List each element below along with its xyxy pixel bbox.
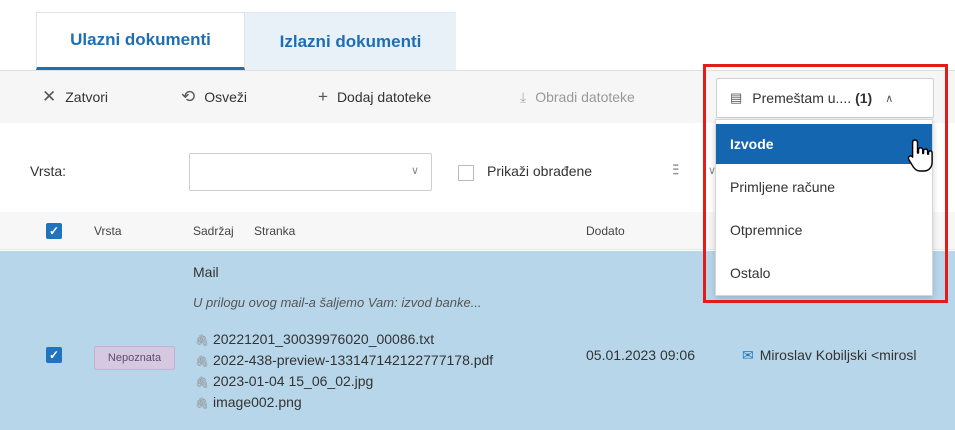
attachment-item[interactable]: 🖇 image002.png xyxy=(195,394,302,410)
chevron-down-icon: ∨ xyxy=(410,165,419,177)
sliders-icon[interactable]: ⫶⫶⫶ xyxy=(672,162,679,179)
add-files-button[interactable]: + Dodaj datoteke xyxy=(318,71,431,123)
attachment-item[interactable]: 🖇 20221201_30039976020_00086.txt xyxy=(195,331,434,347)
attachment-item[interactable]: 🖇 2023-01-04 15_06_02.jpg xyxy=(195,373,373,389)
document-title: Mail xyxy=(193,264,219,280)
selected-count: (1) xyxy=(855,90,873,106)
move-to-menu: Izvode Primljene račune Otpremnice Ostal… xyxy=(715,119,933,296)
process-files-button[interactable]: ⤓ Obradi datoteke xyxy=(520,71,635,123)
show-processed-label: Prikaži obrađene xyxy=(487,163,593,179)
attachment-name: 2023-01-04 15_06_02.jpg xyxy=(212,373,374,389)
refresh-button-label: Osveži xyxy=(204,89,248,105)
paperclip-icon: 🖇 xyxy=(195,356,209,368)
add-files-button-label: Dodaj datoteke xyxy=(336,89,432,105)
menu-item-delivery-notes[interactable]: Otpremnice xyxy=(716,210,932,250)
type-badge: Nepoznata xyxy=(94,346,175,370)
column-header-content[interactable]: Sadržaj xyxy=(193,224,234,238)
menu-item-received-invoices[interactable]: Primljene račune xyxy=(716,167,932,207)
type-filter-label: Vrsta: xyxy=(30,163,67,179)
tab-incoming-documents[interactable]: Ulazni dokumenti xyxy=(36,12,245,70)
download-icon: ⤓ xyxy=(520,88,527,105)
attachment-name: image002.png xyxy=(212,394,302,410)
show-processed-checkbox[interactable] xyxy=(458,165,474,181)
hand-pointer-icon xyxy=(907,139,933,172)
column-header-added[interactable]: Dodato xyxy=(586,224,625,238)
column-header-party[interactable]: Stranka xyxy=(254,224,295,238)
document-excerpt: U prilogu ovog mail-a šaljemo Vam: izvod… xyxy=(193,295,482,310)
move-to-dropdown-button[interactable]: ▤ Premeštam u.... (1) ∧ xyxy=(716,78,934,118)
document-move-icon: ▤ xyxy=(730,90,743,105)
process-files-button-label: Obradi datoteke xyxy=(535,89,635,105)
paperclip-icon: 🖇 xyxy=(195,398,209,410)
paperclip-icon: 🖇 xyxy=(195,335,209,347)
attachment-name: 20221201_30039976020_00086.txt xyxy=(212,331,435,347)
refresh-button[interactable]: ⟲ Osveži xyxy=(181,71,247,123)
refresh-icon: ⟲ xyxy=(181,87,196,106)
attachment-item[interactable]: 🖇 2022-438-preview-133147142122777178.pdf xyxy=(195,352,493,368)
sender-name: Miroslav Kobiljski <mirosl xyxy=(759,347,917,363)
attachment-name: 2022-438-preview-133147142122777178.pdf xyxy=(212,352,494,368)
select-all-checkbox[interactable]: ✓ xyxy=(46,223,62,239)
row-checkbox[interactable]: ✓ xyxy=(46,347,62,363)
document-tabs: Ulazni dokumenti Izlazni dokumenti xyxy=(36,12,456,70)
chevron-up-icon: ∧ xyxy=(885,92,894,105)
added-date: 05.01.2023 09:06 xyxy=(586,347,695,363)
type-filter-select[interactable]: ∨ xyxy=(189,153,432,191)
plus-icon: + xyxy=(318,87,328,106)
menu-item-statements[interactable]: Izvode xyxy=(716,124,932,164)
close-button[interactable]: ✕ Zatvori xyxy=(42,71,108,123)
close-button-label: Zatvori xyxy=(65,89,109,105)
column-header-type[interactable]: Vrsta xyxy=(94,224,122,238)
envelope-icon: ✉ xyxy=(742,347,754,363)
close-icon: ✕ xyxy=(42,87,57,106)
sender-link[interactable]: ✉ Miroslav Kobiljski <mirosl xyxy=(742,347,917,364)
move-to-label: Premeštam u.... xyxy=(752,90,852,106)
menu-item-other[interactable]: Ostalo xyxy=(716,253,932,293)
tab-outgoing-documents[interactable]: Izlazni dokumenti xyxy=(245,12,456,70)
paperclip-icon: 🖇 xyxy=(195,377,209,389)
